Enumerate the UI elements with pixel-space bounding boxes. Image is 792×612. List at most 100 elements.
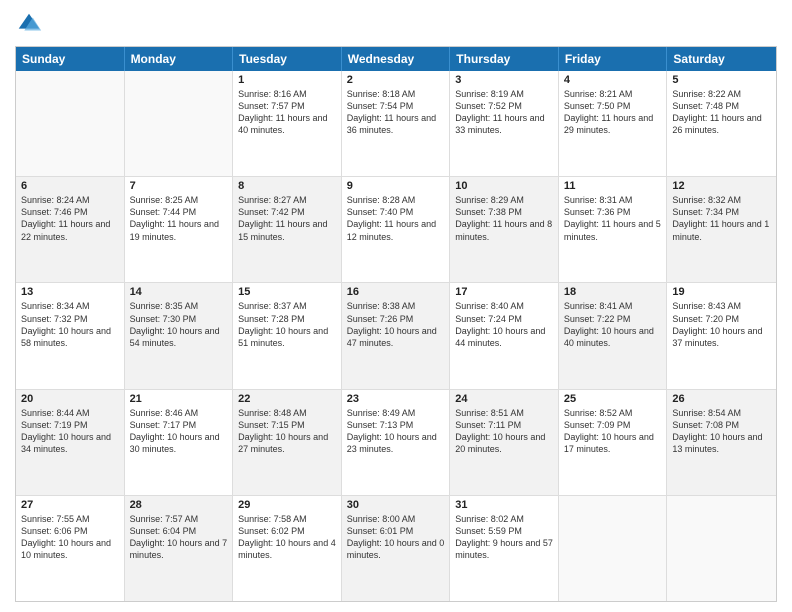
sunset-text: Sunset: 7:08 PM bbox=[672, 419, 771, 431]
day-number: 30 bbox=[347, 499, 445, 511]
sunset-text: Sunset: 7:30 PM bbox=[130, 313, 228, 325]
daylight-text: Daylight: 11 hours and 15 minutes. bbox=[238, 218, 336, 242]
daylight-text: Daylight: 10 hours and 20 minutes. bbox=[455, 431, 553, 455]
daylight-text: Daylight: 9 hours and 57 minutes. bbox=[455, 537, 553, 561]
sunrise-text: Sunrise: 8:16 AM bbox=[238, 88, 336, 100]
sunrise-text: Sunrise: 8:48 AM bbox=[238, 407, 336, 419]
sunset-text: Sunset: 7:19 PM bbox=[21, 419, 119, 431]
calendar-cell: 19Sunrise: 8:43 AMSunset: 7:20 PMDayligh… bbox=[667, 283, 776, 388]
daylight-text: Daylight: 11 hours and 26 minutes. bbox=[672, 112, 771, 136]
sunrise-text: Sunrise: 8:29 AM bbox=[455, 194, 553, 206]
daylight-text: Daylight: 10 hours and 27 minutes. bbox=[238, 431, 336, 455]
sunrise-text: Sunrise: 8:28 AM bbox=[347, 194, 445, 206]
sunrise-text: Sunrise: 8:18 AM bbox=[347, 88, 445, 100]
day-number: 9 bbox=[347, 180, 445, 192]
daylight-text: Daylight: 10 hours and 40 minutes. bbox=[564, 325, 662, 349]
calendar-cell: 6Sunrise: 8:24 AMSunset: 7:46 PMDaylight… bbox=[16, 177, 125, 282]
daylight-text: Daylight: 10 hours and 51 minutes. bbox=[238, 325, 336, 349]
logo bbox=[15, 10, 47, 38]
sunrise-text: Sunrise: 7:57 AM bbox=[130, 513, 228, 525]
calendar-page: SundayMondayTuesdayWednesdayThursdayFrid… bbox=[0, 0, 792, 612]
sunset-text: Sunset: 7:57 PM bbox=[238, 100, 336, 112]
sunset-text: Sunset: 7:54 PM bbox=[347, 100, 445, 112]
calendar-cell: 25Sunrise: 8:52 AMSunset: 7:09 PMDayligh… bbox=[559, 390, 668, 495]
logo-icon bbox=[15, 10, 43, 38]
calendar-cell: 26Sunrise: 8:54 AMSunset: 7:08 PMDayligh… bbox=[667, 390, 776, 495]
calendar-header-cell: Wednesday bbox=[342, 47, 451, 71]
daylight-text: Daylight: 11 hours and 22 minutes. bbox=[21, 218, 119, 242]
sunset-text: Sunset: 6:04 PM bbox=[130, 525, 228, 537]
sunrise-text: Sunrise: 8:34 AM bbox=[21, 300, 119, 312]
sunset-text: Sunset: 7:17 PM bbox=[130, 419, 228, 431]
calendar-cell: 18Sunrise: 8:41 AMSunset: 7:22 PMDayligh… bbox=[559, 283, 668, 388]
sunrise-text: Sunrise: 8:44 AM bbox=[21, 407, 119, 419]
sunset-text: Sunset: 5:59 PM bbox=[455, 525, 553, 537]
daylight-text: Daylight: 10 hours and 23 minutes. bbox=[347, 431, 445, 455]
daylight-text: Daylight: 10 hours and 54 minutes. bbox=[130, 325, 228, 349]
day-number: 15 bbox=[238, 286, 336, 298]
sunrise-text: Sunrise: 8:25 AM bbox=[130, 194, 228, 206]
sunset-text: Sunset: 6:02 PM bbox=[238, 525, 336, 537]
daylight-text: Daylight: 10 hours and 0 minutes. bbox=[347, 537, 445, 561]
sunset-text: Sunset: 7:36 PM bbox=[564, 206, 662, 218]
calendar-row: 27Sunrise: 7:55 AMSunset: 6:06 PMDayligh… bbox=[16, 495, 776, 601]
sunrise-text: Sunrise: 7:58 AM bbox=[238, 513, 336, 525]
daylight-text: Daylight: 10 hours and 17 minutes. bbox=[564, 431, 662, 455]
calendar-cell: 21 Sunrise: 8:46 AMSunset: 7:17 PMDayligh… bbox=[125, 390, 234, 495]
daylight-text: Daylight: 10 hours and 47 minutes. bbox=[347, 325, 445, 349]
sunrise-text: Sunrise: 8:27 AM bbox=[238, 194, 336, 206]
calendar-cell: 15Sunrise: 8:37 AMSunset: 7:28 PMDayligh… bbox=[233, 283, 342, 388]
calendar-cell: 23Sunrise: 8:49 AMSunset: 7:13 PMDayligh… bbox=[342, 390, 451, 495]
day-number: 7 bbox=[130, 180, 228, 192]
daylight-text: Daylight: 11 hours and 19 minutes. bbox=[130, 218, 228, 242]
sunset-text: Sunset: 6:01 PM bbox=[347, 525, 445, 537]
sunset-text: Sunset: 7:52 PM bbox=[455, 100, 553, 112]
day-number: 10 bbox=[455, 180, 553, 192]
day-number: 8 bbox=[238, 180, 336, 192]
calendar-cell bbox=[16, 71, 125, 176]
daylight-text: Daylight: 10 hours and 37 minutes. bbox=[672, 325, 771, 349]
calendar-cell bbox=[559, 496, 668, 601]
sunrise-text: Sunrise: 8:00 AM bbox=[347, 513, 445, 525]
calendar-cell: 5Sunrise: 8:22 AMSunset: 7:48 PMDaylight… bbox=[667, 71, 776, 176]
calendar-cell: 27Sunrise: 7:55 AMSunset: 6:06 PMDayligh… bbox=[16, 496, 125, 601]
sunrise-text: Sunrise: 8:41 AM bbox=[564, 300, 662, 312]
calendar-header-cell: Monday bbox=[125, 47, 234, 71]
sunset-text: Sunset: 7:13 PM bbox=[347, 419, 445, 431]
daylight-text: Daylight: 11 hours and 12 minutes. bbox=[347, 218, 445, 242]
sunset-text: Sunset: 7:42 PM bbox=[238, 206, 336, 218]
sunset-text: Sunset: 7:28 PM bbox=[238, 313, 336, 325]
sunset-text: Sunset: 7:38 PM bbox=[455, 206, 553, 218]
calendar-cell: 24Sunrise: 8:51 AMSunset: 7:11 PMDayligh… bbox=[450, 390, 559, 495]
calendar-cell: 2Sunrise: 8:18 AMSunset: 7:54 PMDaylight… bbox=[342, 71, 451, 176]
daylight-text: Daylight: 11 hours and 29 minutes. bbox=[564, 112, 662, 136]
sunset-text: Sunset: 7:20 PM bbox=[672, 313, 771, 325]
calendar-cell: 12Sunrise: 8:32 AMSunset: 7:34 PMDayligh… bbox=[667, 177, 776, 282]
daylight-text: Daylight: 11 hours and 8 minutes. bbox=[455, 218, 553, 242]
calendar-cell: 22Sunrise: 8:48 AMSunset: 7:15 PMDayligh… bbox=[233, 390, 342, 495]
day-number: 22 bbox=[238, 393, 336, 405]
daylight-text: Daylight: 10 hours and 58 minutes. bbox=[21, 325, 119, 349]
calendar-cell: 29Sunrise: 7:58 AMSunset: 6:02 PMDayligh… bbox=[233, 496, 342, 601]
day-number: 25 bbox=[564, 393, 662, 405]
daylight-text: Daylight: 10 hours and 30 minutes. bbox=[130, 431, 228, 455]
day-number: 21 bbox=[130, 393, 228, 405]
daylight-text: Daylight: 10 hours and 7 minutes. bbox=[130, 537, 228, 561]
sunrise-text: Sunrise: 8:46 AM bbox=[130, 407, 228, 419]
sunrise-text: Sunrise: 8:22 AM bbox=[672, 88, 771, 100]
day-number: 11 bbox=[564, 180, 662, 192]
sunrise-text: Sunrise: 8:19 AM bbox=[455, 88, 553, 100]
calendar-header-cell: Friday bbox=[559, 47, 668, 71]
calendar-cell: 17Sunrise: 8:40 AMSunset: 7:24 PMDayligh… bbox=[450, 283, 559, 388]
day-number: 18 bbox=[564, 286, 662, 298]
calendar-body: 1Sunrise: 8:16 AMSunset: 7:57 PMDaylight… bbox=[16, 71, 776, 601]
day-number: 4 bbox=[564, 74, 662, 86]
calendar-cell bbox=[667, 496, 776, 601]
sunset-text: Sunset: 7:34 PM bbox=[672, 206, 771, 218]
calendar-cell: 13Sunrise: 8:34 AMSunset: 7:32 PMDayligh… bbox=[16, 283, 125, 388]
daylight-text: Daylight: 10 hours and 44 minutes. bbox=[455, 325, 553, 349]
calendar-row: 20Sunrise: 8:44 AMSunset: 7:19 PMDayligh… bbox=[16, 389, 776, 495]
day-number: 13 bbox=[21, 286, 119, 298]
calendar-row: 13Sunrise: 8:34 AMSunset: 7:32 PMDayligh… bbox=[16, 282, 776, 388]
daylight-text: Daylight: 11 hours and 5 minutes. bbox=[564, 218, 662, 242]
